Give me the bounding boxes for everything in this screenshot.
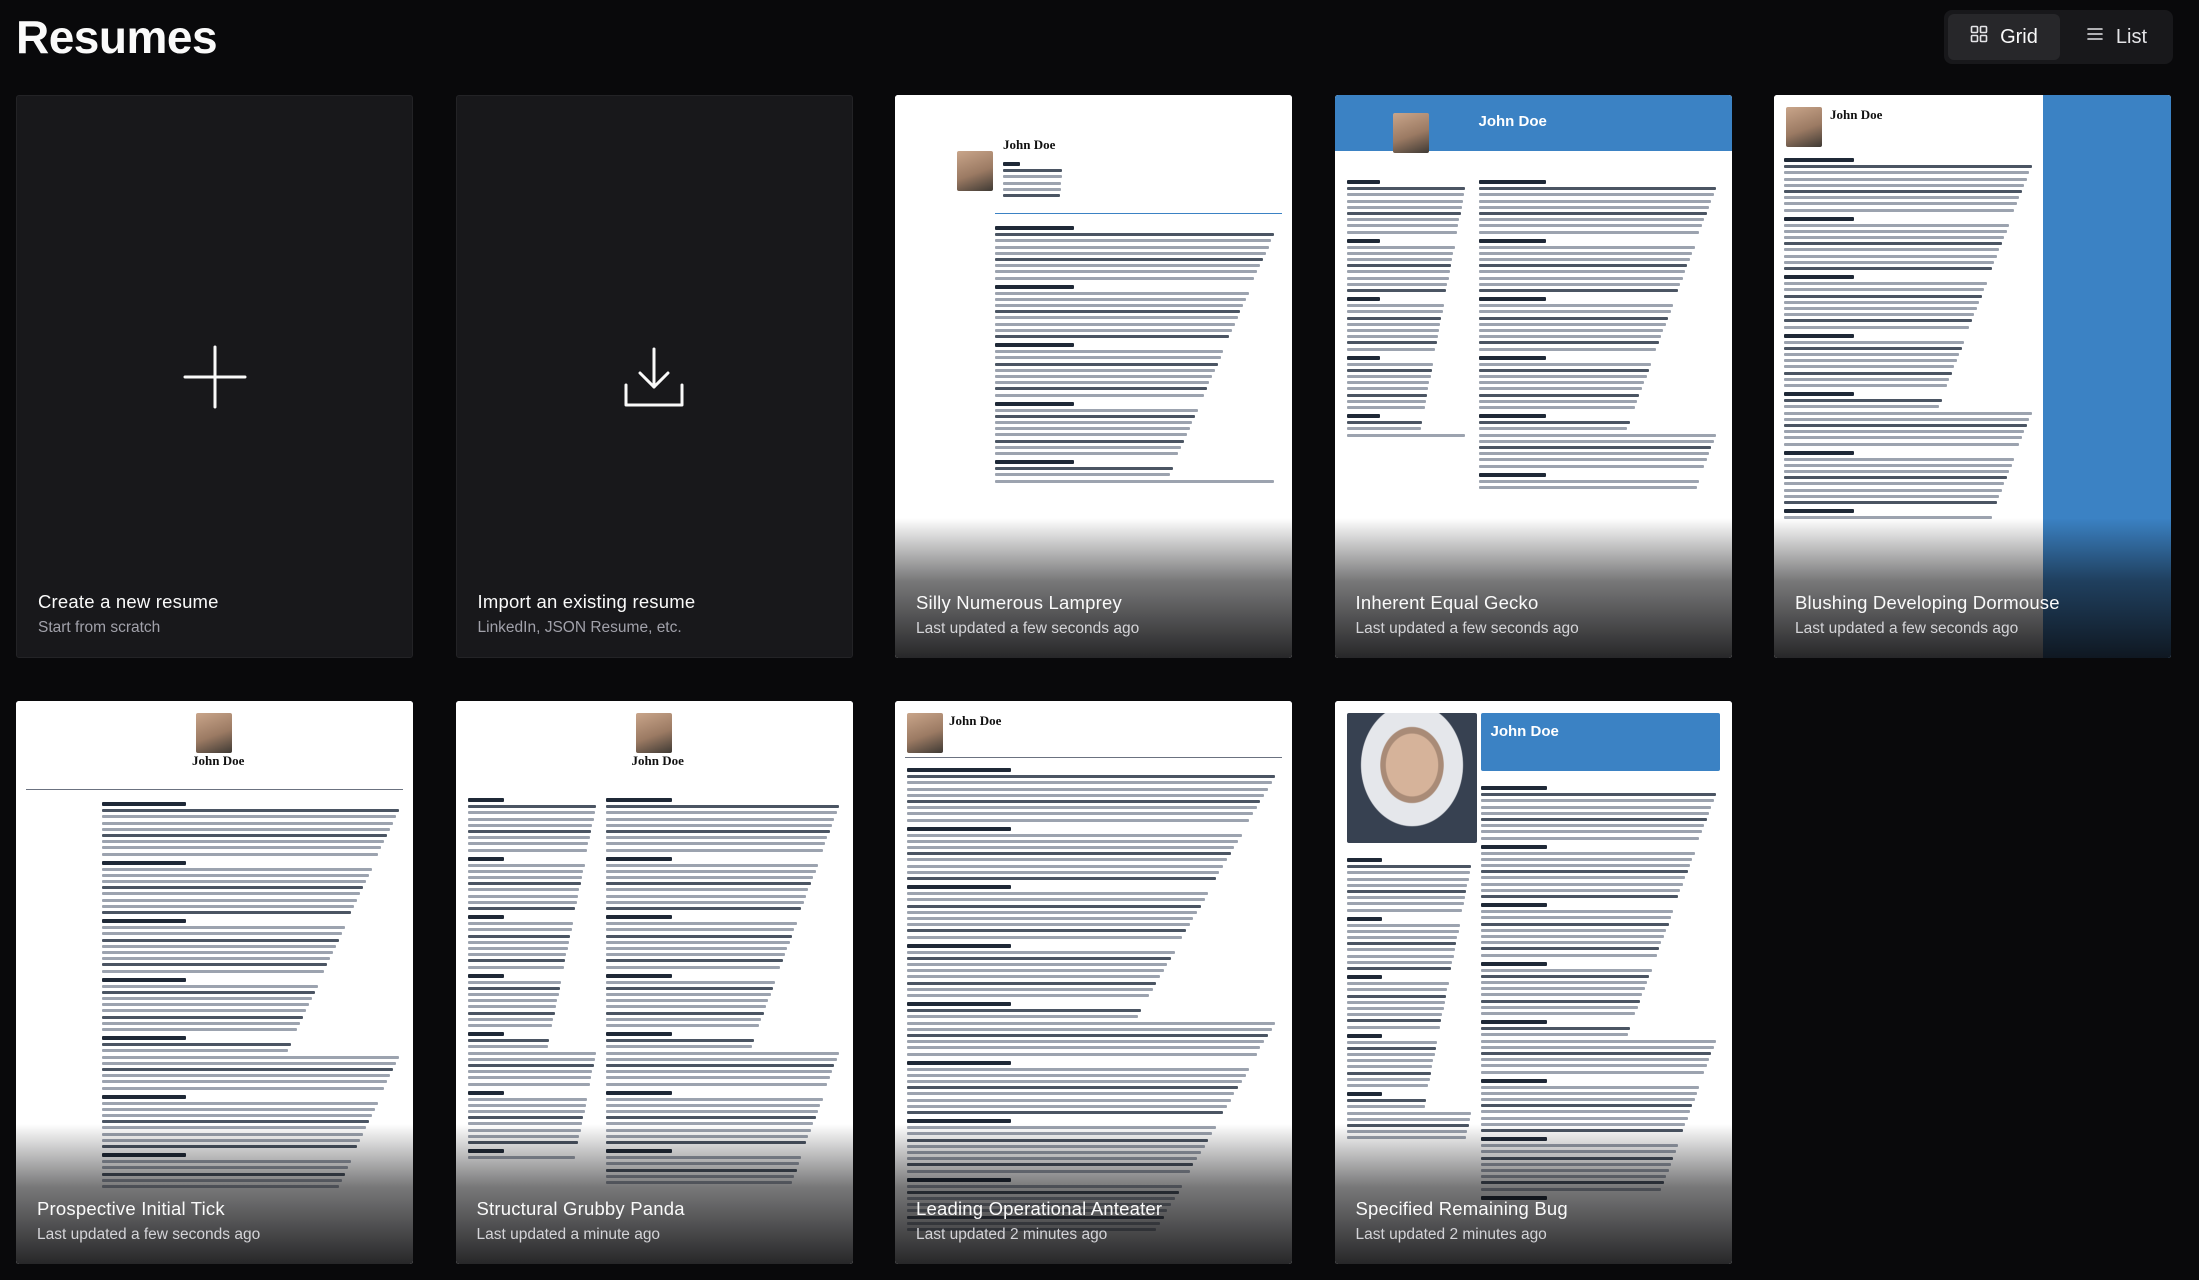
card-subtitle: Last updated a few seconds ago [916,620,1140,637]
list-icon [2086,25,2104,49]
card-title: Inherent Equal Gecko [1355,592,1539,613]
resume-grid: Create a new resume Start from scratch I… [16,95,2172,1264]
card-title: Import an existing resume [477,591,696,612]
grid-icon [1970,25,1988,49]
import-resume-card[interactable]: Import an existing resume LinkedIn, JSON… [455,95,853,658]
download-icon [618,341,690,413]
resume-card[interactable]: John Doe Blushing Developing Dormouse La… [1774,95,2171,658]
resume-card[interactable]: John Doe Leading Operational Anteater La… [895,701,1292,1264]
resume-card[interactable]: John Doe Prospective Initial Tick Last u… [16,701,413,1264]
card-title: Specified Remaining Bug [1355,1198,1568,1219]
card-subtitle: LinkedIn, JSON Resume, etc. [477,619,682,636]
resume-card[interactable]: John Doe Structural Grubby Panda Last up… [455,701,853,1264]
plus-icon [179,341,251,413]
card-title: Silly Numerous Lamprey [916,592,1122,613]
card-subtitle: Last updated 2 minutes ago [1355,1226,1547,1243]
card-subtitle: Last updated 2 minutes ago [916,1226,1108,1243]
card-title: Structural Grubby Panda [476,1198,685,1219]
resume-card[interactable]: John Doe Inherent Equal Gecko Last updat… [1334,95,1732,658]
list-view-label: List [2115,25,2147,48]
list-view-button[interactable]: List [2064,14,2169,60]
view-toggle: Grid List [1944,10,2173,64]
card-title: Leading Operational Anteater [916,1198,1163,1219]
card-title: Create a new resume [38,591,219,612]
card-subtitle: Last updated a few seconds ago [1355,620,1579,637]
card-subtitle: Last updated a minute ago [476,1226,661,1243]
card-subtitle: Last updated a few seconds ago [37,1226,261,1243]
card-title: Prospective Initial Tick [37,1198,225,1219]
grid-view-button[interactable]: Grid [1948,14,2060,60]
grid-view-label: Grid [2000,25,2038,48]
page-title: Resumes [16,11,218,63]
resume-card[interactable]: John Doe Silly Numerous Lamprey Last upd… [895,95,1292,658]
card-subtitle: Last updated a few seconds ago [1795,620,2019,637]
resume-card[interactable]: John Doe Specified Remaining Bug Last up… [1334,701,1732,1264]
card-subtitle: Start from scratch [38,619,161,636]
create-resume-card[interactable]: Create a new resume Start from scratch [16,95,413,658]
card-title: Blushing Developing Dormouse [1795,592,2060,613]
